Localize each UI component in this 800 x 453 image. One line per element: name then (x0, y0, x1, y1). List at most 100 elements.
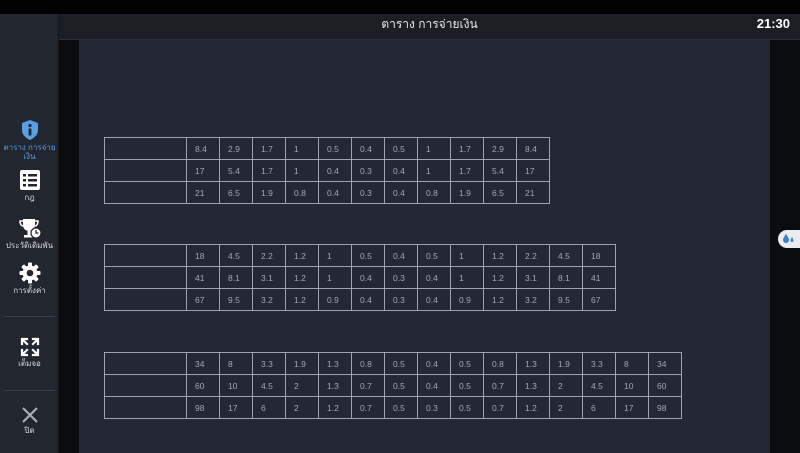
sidebar-item-label: กฎ (24, 193, 35, 202)
multiplier-cell: 41 (186, 266, 220, 289)
multiplier-cell: 1.2 (318, 396, 352, 419)
sidebar-item-rules[interactable]: กฎ (0, 169, 59, 202)
multiplier-cell: 1 (417, 137, 451, 160)
clock: 21:30 (756, 16, 790, 31)
multiplier-cell: 3.1 (252, 266, 286, 289)
gear-icon (19, 262, 40, 284)
multiplier-cell: 1.7 (450, 159, 484, 182)
multiplier-cell: 21 (516, 181, 550, 204)
multiplier-cell: 67 (582, 288, 616, 311)
multiplier-cell: 8.4 (186, 137, 220, 160)
multiplier-cell: 5.4 (219, 159, 253, 182)
multiplier-cell: 8 (615, 352, 649, 375)
multiplier-cell: 0.9 (450, 288, 484, 311)
info-icon (21, 120, 38, 140)
multiplier-cell: 2.9 (483, 137, 517, 160)
paytable-row: 98 17 6 2 1.2 0.7 0.5 0.3 0.5 0.7 1.2 2 6 17 98 (104, 396, 682, 419)
multiplier-cell: 1.2 (483, 244, 517, 267)
sidebar: ตาราง การจ่ายเงิน กฎ ประวัติเดิมพัน การต… (0, 14, 59, 453)
fullscreen-icon (20, 337, 39, 357)
multiplier-cell: 1.9 (450, 181, 484, 204)
multiplier-cell: 0.4 (351, 137, 385, 160)
side-drawer-handle[interactable] (778, 230, 800, 248)
sidebar-item-label: ประวัติเดิมพัน (5, 241, 54, 250)
multiplier-cell: 10 (219, 374, 253, 397)
multiplier-cell: 17 (516, 159, 550, 182)
multiplier-cell: 6 (252, 396, 286, 419)
sidebar-item-settings[interactable]: การตั้งค่า (0, 262, 59, 295)
multiplier-cell: 0.7 (351, 374, 385, 397)
multiplier-cell: 0.4 (384, 159, 418, 182)
sidebar-item-fullscreen[interactable]: เต็มจอ (0, 337, 59, 368)
multiplier-cell: 1.2 (483, 266, 517, 289)
multiplier-cell: 1.9 (285, 352, 319, 375)
multiplier-cell: 34 (186, 352, 220, 375)
paytable-row-label-cell (104, 352, 187, 375)
multiplier-cell: 2 (285, 396, 319, 419)
multiplier-cell: 0.9 (318, 288, 352, 311)
paytable-row: 41 8.1 3.1 1.2 1 0.4 0.3 0.4 1 1.2 3.1 8.1 41 (104, 266, 616, 289)
paytable-row: 67 9.5 3.2 1.2 0.9 0.4 0.3 0.4 0.9 1.2 3.2 9.5 67 (104, 288, 616, 311)
multiplier-cell: 0.4 (417, 266, 451, 289)
paytable-risk-medium: 18 4.5 2.2 1.2 1 0.5 0.4 0.5 1 1.2 2.2 4.5 18 41 8.1 3.… (104, 244, 616, 311)
multiplier-cell: 3.3 (582, 352, 616, 375)
multiplier-cell: 1 (285, 137, 319, 160)
multiplier-cell: 18 (582, 244, 616, 267)
multiplier-cell: 2.2 (252, 244, 286, 267)
multiplier-cell: 34 (648, 352, 682, 375)
multiplier-cell: 10 (615, 374, 649, 397)
paytable-row: 17 5.4 1.7 1 0.4 0.3 0.4 1 1.7 5.4 17 (104, 159, 550, 182)
multiplier-cell: 0.5 (450, 352, 484, 375)
multiplier-cell: 3.3 (252, 352, 286, 375)
multiplier-cell: 0.8 (285, 181, 319, 204)
multiplier-cell: 0.5 (384, 352, 418, 375)
multiplier-cell: 1.2 (516, 396, 550, 419)
multiplier-cell: 0.4 (318, 159, 352, 182)
sidebar-item-label: ปิด (24, 426, 35, 435)
multiplier-cell: 0.5 (384, 396, 418, 419)
multiplier-cell: 1.3 (318, 374, 352, 397)
multiplier-cell: 3.2 (516, 288, 550, 311)
paytable-row: 34 8 3.3 1.9 1.3 0.8 0.5 0.4 0.5 0.8 1.3 1.9 3.3 8 34 (104, 352, 682, 375)
paytable-row: 8.4 2.9 1.7 1 0.5 0.4 0.5 1 1.7 2.9 8.4 (104, 137, 550, 160)
multiplier-cell: 0.8 (483, 352, 517, 375)
sidebar-divider (4, 390, 55, 391)
multiplier-cell: 1.2 (483, 288, 517, 311)
droplet-icon (783, 234, 794, 243)
multiplier-cell: 6.5 (483, 181, 517, 204)
multiplier-cell: 3.2 (252, 288, 286, 311)
multiplier-cell: 4.5 (219, 244, 253, 267)
multiplier-cell: 98 (186, 396, 220, 419)
multiplier-cell: 1.3 (318, 352, 352, 375)
multiplier-cell: 1.3 (516, 352, 550, 375)
multiplier-cell: 4.5 (252, 374, 286, 397)
paytable-row: 18 4.5 2.2 1.2 1 0.5 0.4 0.5 1 1.2 2.2 4.5 18 (104, 244, 616, 267)
sidebar-item-paytable[interactable]: ตาราง การจ่ายเงิน (0, 119, 59, 161)
paytable-risk-high: 34 8 3.3 1.9 1.3 0.8 0.5 0.4 0.5 0.8 1.3 1.9 3.3 8 34 6… (104, 352, 682, 419)
multiplier-cell: 1.2 (285, 244, 319, 267)
sidebar-item-close[interactable]: ปิด (0, 406, 59, 435)
multiplier-cell: 2.2 (516, 244, 550, 267)
multiplier-cell: 0.7 (351, 396, 385, 419)
multiplier-cell: 5.4 (483, 159, 517, 182)
list-icon (19, 170, 40, 190)
paytable-row-label-cell (104, 396, 187, 419)
multiplier-cell: 0.4 (351, 266, 385, 289)
multiplier-cell: 1.7 (252, 159, 286, 182)
sidebar-item-bet-history[interactable]: ประวัติเดิมพัน (0, 217, 59, 250)
multiplier-cell: 6.5 (219, 181, 253, 204)
system-top-bar (0, 0, 800, 14)
multiplier-cell: 0.7 (483, 374, 517, 397)
multiplier-cell: 17 (186, 159, 220, 182)
multiplier-cell: 1.2 (285, 288, 319, 311)
multiplier-cell: 1 (285, 159, 319, 182)
multiplier-cell: 18 (186, 244, 220, 267)
left-gutter (59, 40, 79, 453)
multiplier-cell: 0.4 (384, 244, 418, 267)
multiplier-cell: 0.4 (318, 181, 352, 204)
multiplier-cell: 0.7 (483, 396, 517, 419)
multiplier-cell: 0.5 (384, 374, 418, 397)
multiplier-cell: 8.1 (219, 266, 253, 289)
multiplier-cell: 2 (549, 374, 583, 397)
multiplier-cell: 17 (219, 396, 253, 419)
